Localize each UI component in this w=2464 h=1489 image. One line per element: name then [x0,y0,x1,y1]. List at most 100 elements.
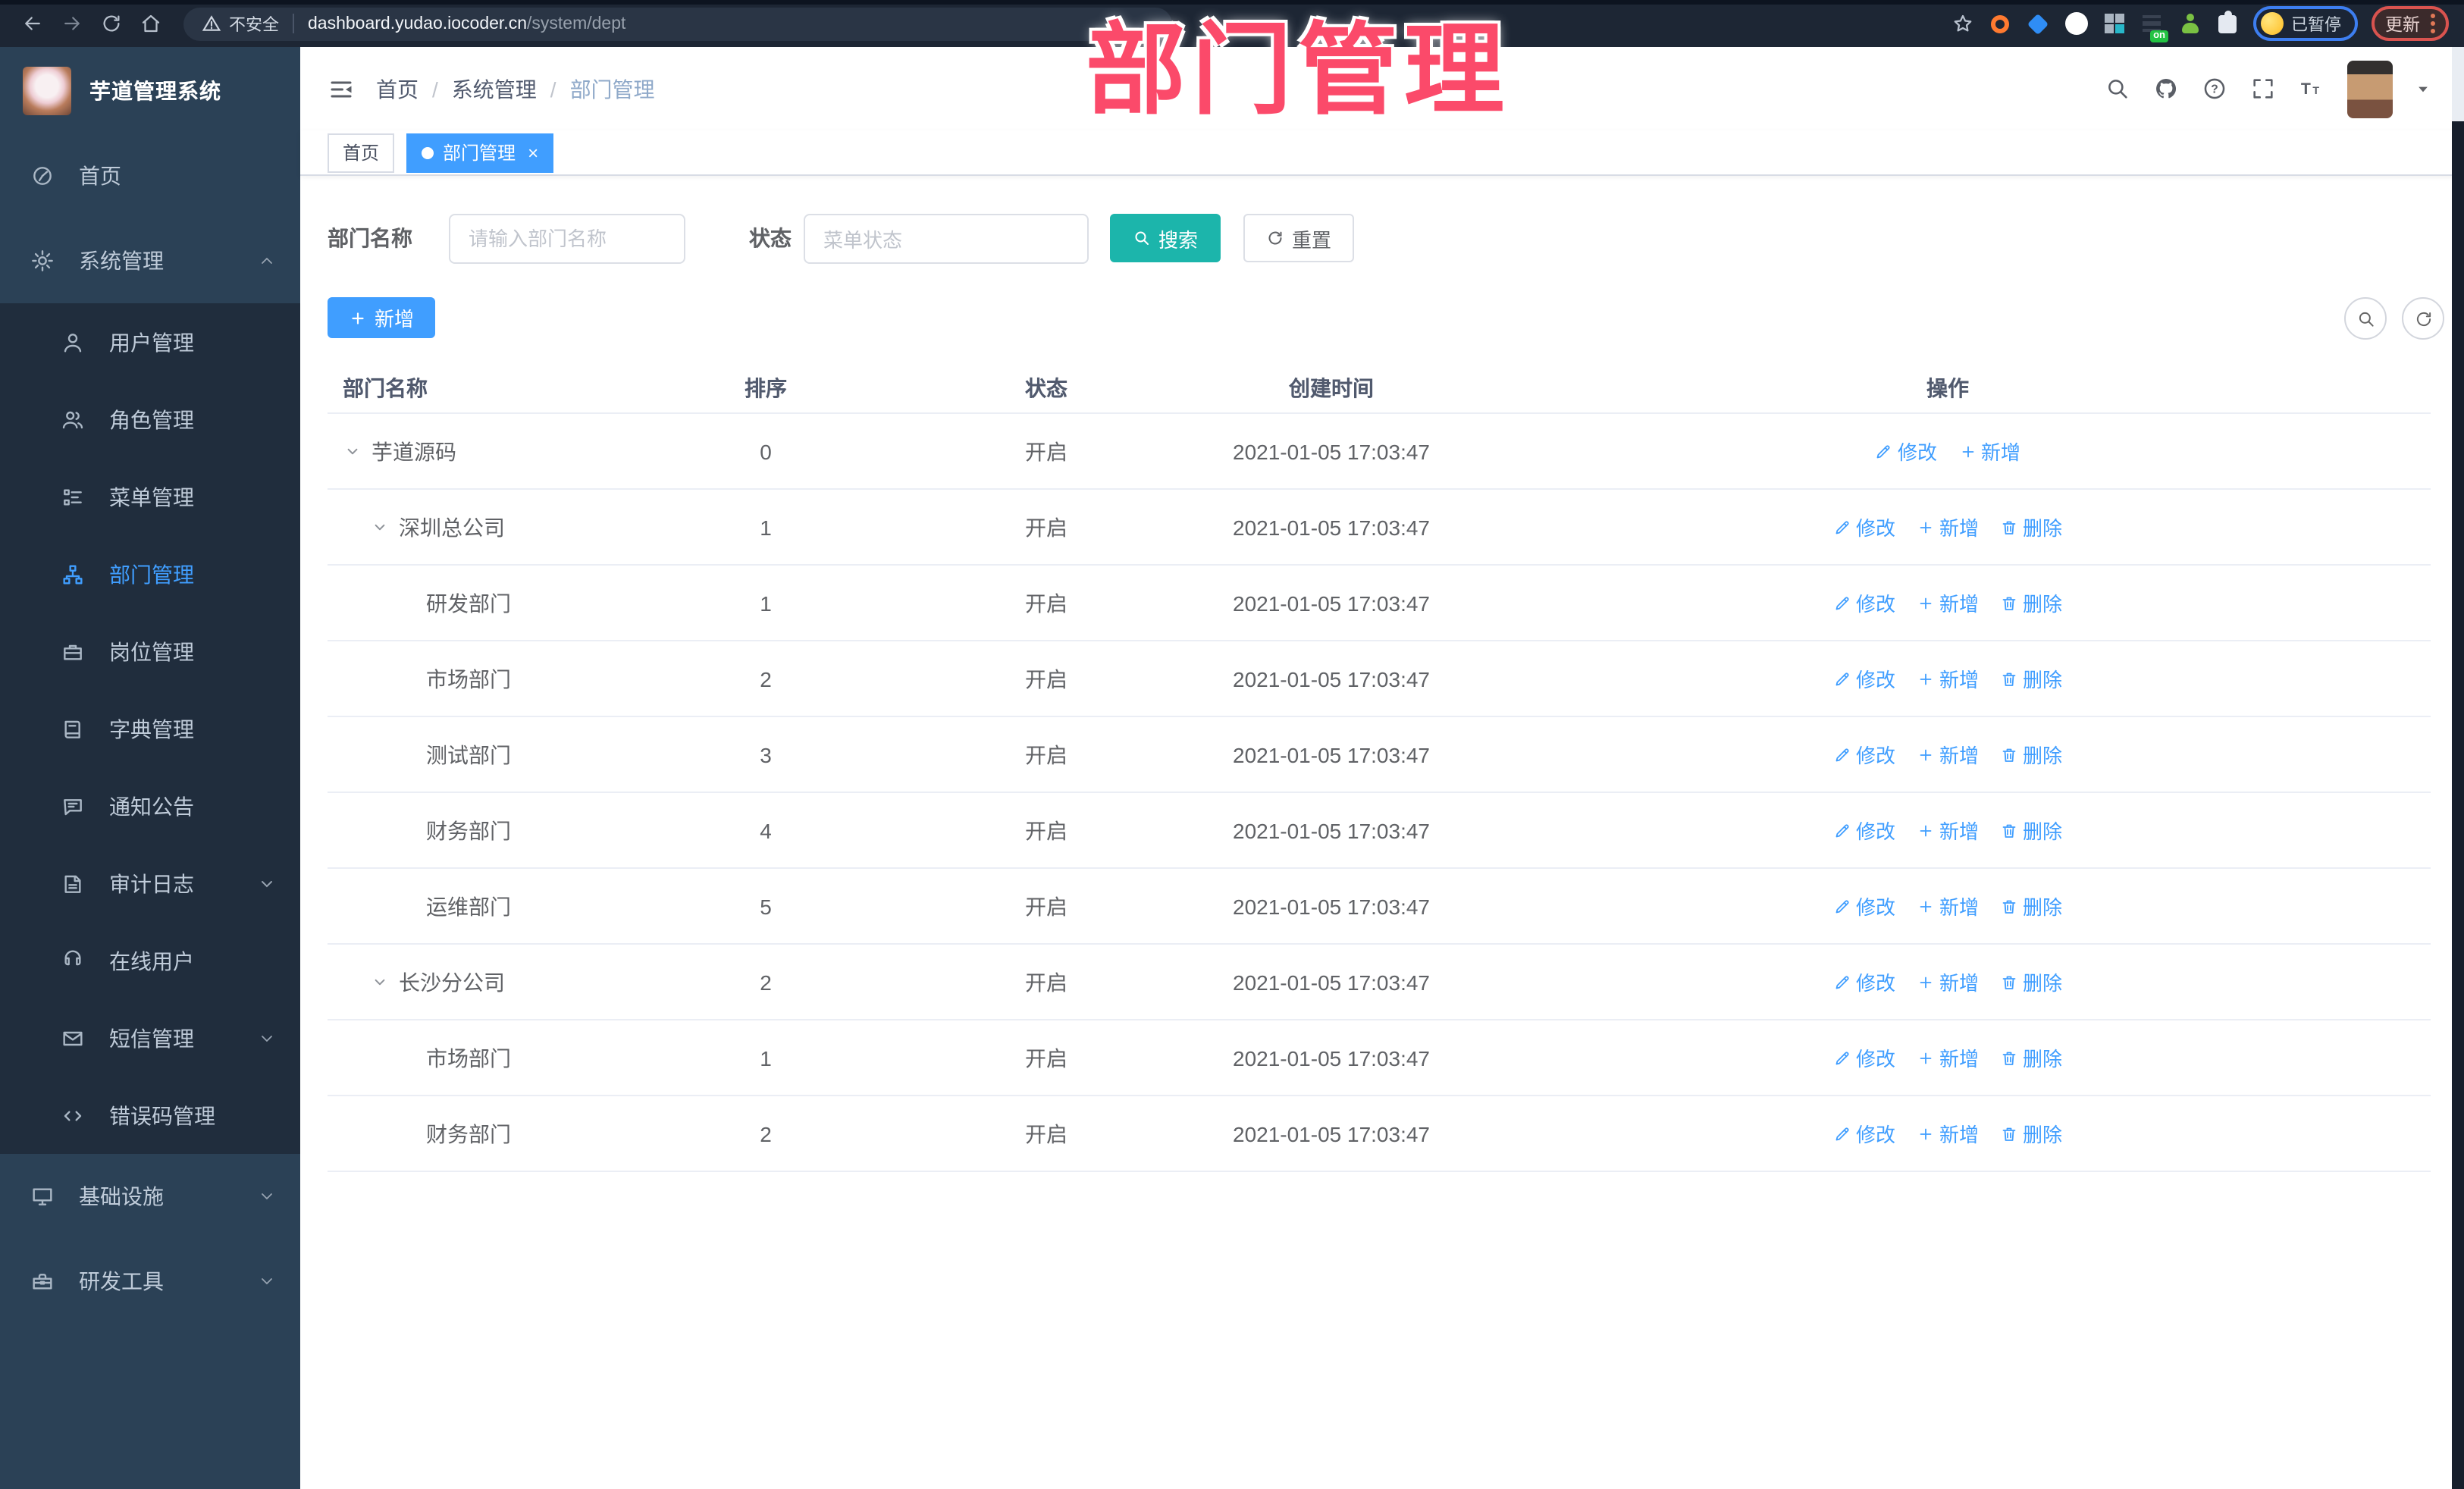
sidebar-item-role-management[interactable]: 角色管理 [0,381,300,458]
home-icon[interactable] [140,12,162,35]
row-action-delete[interactable]: 删除 [2000,816,2062,845]
app-logo-row[interactable]: 芋道管理系统 [0,47,300,133]
page-scrollbar[interactable] [2452,47,2464,1489]
row-action-edit[interactable]: 修改 [1833,1119,1895,1148]
sort-cell: 5 [760,894,772,918]
post-icon [61,639,85,663]
url-host[interactable]: dashboard.yudao.iocoder.cn [308,14,527,33]
dept-name-input[interactable] [450,215,684,262]
avatar-caret-down-icon[interactable] [2415,81,2431,96]
row-action-add[interactable]: 新增 [1917,816,1979,845]
sidebar-item-online-user[interactable]: 在线用户 [0,922,300,999]
refresh-table-button[interactable] [2402,297,2444,340]
row-action-delete[interactable]: 删除 [2000,588,2062,617]
sidebar-item-system-management[interactable]: 系统管理 [0,218,300,303]
sidebar-item-label: 错误码管理 [109,1103,215,1127]
ext-location-icon[interactable] [2026,11,2050,36]
sidebar-item-infrastructure[interactable]: 基础设施 [0,1154,300,1239]
edit-icon [1833,973,1851,991]
forward-icon[interactable] [61,12,83,35]
status-cell: 开启 [1025,591,1067,615]
ext-person-icon[interactable] [2177,11,2202,36]
help-icon[interactable]: ? [2202,76,2227,102]
breadcrumb-item[interactable]: 首页 [376,74,419,104]
row-action-edit[interactable]: 修改 [1833,967,1895,996]
reload-icon[interactable] [100,12,123,35]
column-header: 排序 [745,376,787,400]
github-icon[interactable] [2153,76,2179,102]
search-icon[interactable] [2105,76,2130,102]
browser-address-bar[interactable]: 不安全 dashboard.yudao.iocoder.cn /system/d… [183,7,1172,40]
row-action-edit[interactable]: 修改 [1833,513,1895,541]
row-action-edit[interactable]: 修改 [1833,892,1895,920]
bookmark-star-icon[interactable] [1951,12,1974,35]
row-action-edit[interactable]: 修改 [1833,740,1895,769]
tree-expand-icon[interactable] [370,517,390,537]
sidebar-item-user-management[interactable]: 用户管理 [0,303,300,381]
row-action-add[interactable]: 新增 [1917,513,1979,541]
sidebar-item-audit-log[interactable]: 审计日志 [0,845,300,922]
row-action-add[interactable]: 新增 [1917,1043,1979,1072]
app-title: 芋道管理系统 [89,78,221,102]
row-action-edit[interactable]: 修改 [1833,664,1895,693]
browser-update-button[interactable]: 更新 [2372,6,2449,41]
row-action-add[interactable]: 新增 [1917,892,1979,920]
sort-cell: 1 [760,1045,772,1070]
toggle-search-button[interactable] [2344,297,2387,340]
row-action-delete[interactable]: 删除 [2000,1119,2062,1148]
url-path[interactable]: /system/dept [527,14,625,33]
font-size-icon[interactable]: TT [2299,76,2324,102]
ext-puzzle-icon[interactable] [2215,10,2240,36]
not-secure-label[interactable]: 不安全 [229,11,279,36]
sidebar-item-home[interactable]: 首页 [0,133,300,218]
ext-grid-icon[interactable] [2102,11,2126,36]
sidebar-item-dept-management[interactable]: 部门管理 [0,535,300,613]
browser-menu-dots-icon[interactable] [2431,14,2435,33]
scrollbar-thumb[interactable] [2452,47,2464,121]
row-action-delete[interactable]: 删除 [2000,740,2062,769]
sidebar-item-sms-management[interactable]: 短信管理 [0,999,300,1077]
row-action-add[interactable]: 新增 [1958,437,2020,466]
browser-profile-button[interactable]: 已暂停 [2253,6,2358,41]
row-action-delete[interactable]: 删除 [2000,513,2062,541]
row-action-delete[interactable]: 删除 [2000,892,2062,920]
row-action-add[interactable]: 新增 [1917,967,1979,996]
row-action-edit[interactable]: 修改 [1875,437,1937,466]
sidebar-item-dict-management[interactable]: 字典管理 [0,690,300,767]
row-action-delete[interactable]: 删除 [2000,664,2062,693]
tab-home[interactable]: 首页 [328,133,395,172]
hamburger-icon[interactable] [328,76,355,103]
sidebar-item-post-management[interactable]: 岗位管理 [0,613,300,690]
row-action-add[interactable]: 新增 [1917,664,1979,693]
breadcrumb-item[interactable]: 系统管理 [452,74,537,104]
ext-list-icon[interactable]: on [2140,11,2168,42]
tab-dept-management[interactable]: 部门管理 × [406,133,554,172]
row-action-add[interactable]: 新增 [1917,740,1979,769]
search-button[interactable]: 搜索 [1110,214,1221,262]
tree-expand-icon[interactable] [370,972,390,992]
back-icon[interactable] [21,12,44,35]
browser-nav-buttons [21,12,162,35]
add-button[interactable]: 新增 [328,297,436,338]
edit-icon [1833,745,1851,763]
row-action-delete[interactable]: 删除 [2000,1043,2062,1072]
row-action-edit[interactable]: 修改 [1833,816,1895,845]
tab-close-icon[interactable]: × [528,142,538,163]
ext-target-icon[interactable] [1988,11,2012,36]
delete-icon [2000,973,2018,991]
sidebar-item-notice[interactable]: 通知公告 [0,767,300,845]
sidebar-item-error-code-management[interactable]: 错误码管理 [0,1077,300,1154]
sidebar-item-menu-management[interactable]: 菜单管理 [0,458,300,535]
row-action-delete[interactable]: 删除 [2000,967,2062,996]
status-select[interactable]: 菜单状态 [804,213,1089,263]
row-action-add[interactable]: 新增 [1917,588,1979,617]
ext-check-icon[interactable]: ✓ [2064,11,2088,36]
tree-expand-icon[interactable] [343,441,362,461]
reset-button[interactable]: 重置 [1243,214,1355,262]
fullscreen-icon[interactable] [2250,76,2276,102]
row-action-edit[interactable]: 修改 [1833,588,1895,617]
sidebar-item-dev-tools[interactable]: 研发工具 [0,1239,300,1324]
row-action-add[interactable]: 新增 [1917,1119,1979,1148]
row-action-edit[interactable]: 修改 [1833,1043,1895,1072]
user-avatar[interactable] [2347,60,2393,118]
